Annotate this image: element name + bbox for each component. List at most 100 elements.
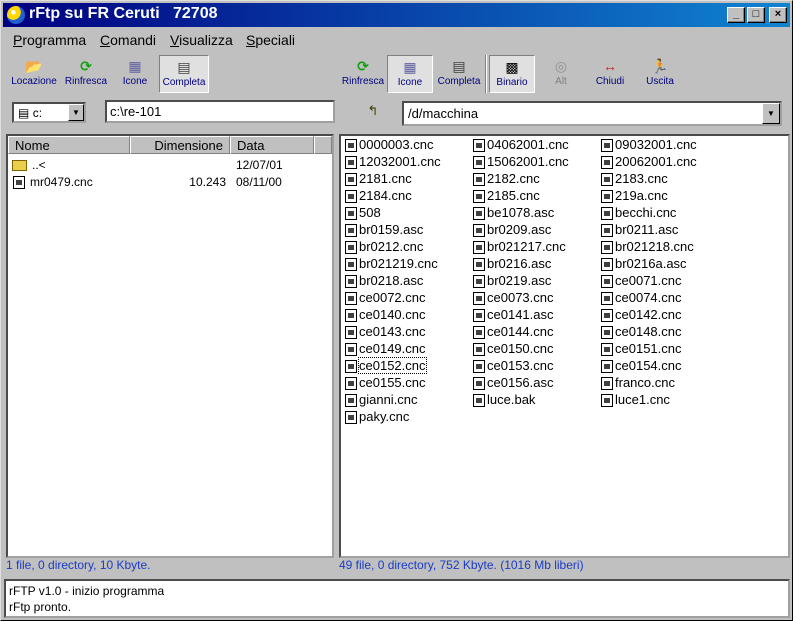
window-title: rFtp su FR Ceruti 72708	[29, 5, 218, 22]
drive-icon: ▤	[18, 106, 30, 120]
file-name: 12032001.cnc	[359, 154, 441, 169]
column-header-date[interactable]: Data	[230, 136, 314, 154]
file-name: br0216.asc	[487, 256, 552, 271]
file-name: ce0155.cnc	[359, 375, 426, 390]
file-icon	[345, 309, 357, 322]
file-icon	[601, 258, 613, 271]
file-icon	[601, 139, 613, 152]
file-icon	[345, 156, 357, 169]
menu-visualizza[interactable]: Visualizza	[170, 32, 233, 48]
app-logo-icon	[7, 6, 25, 24]
menu-speciali[interactable]: Speciali	[246, 32, 295, 48]
file-name: 2181.cnc	[359, 171, 412, 186]
drive-select[interactable]: ▤ c: ▼	[12, 102, 86, 123]
file-icon	[345, 360, 357, 373]
toolbar-separator	[485, 55, 487, 93]
file-name: gianni.cnc	[359, 392, 418, 407]
file-name: ce0150.cnc	[487, 341, 554, 356]
title-bar[interactable]: rFtp su FR Ceruti 72708 _ □ ×	[3, 3, 790, 27]
file-name: 2183.cnc	[615, 171, 668, 186]
local-address-bar: ▤ c: ▼ c:\re-101	[5, 97, 335, 129]
icons-view-icon: ▦	[128, 58, 142, 74]
table-row[interactable]: mr0479.cnc 10.243 08/11/00	[8, 174, 332, 191]
log-line: rFtp pronto.	[9, 600, 72, 614]
file-name: br0216a.asc	[615, 256, 687, 271]
locazione-button[interactable]: 📂 Locazione	[7, 55, 61, 93]
file-icon	[473, 156, 485, 169]
file-icon	[13, 176, 25, 189]
file-name: br021217.cnc	[487, 239, 566, 254]
file-icon	[345, 343, 357, 356]
maximize-button[interactable]: □	[747, 7, 765, 23]
file-name: br0212.cnc	[359, 239, 424, 254]
file-name: br021218.cnc	[615, 239, 694, 254]
file-icon	[473, 207, 485, 220]
file-icon	[601, 173, 613, 186]
file-icon	[345, 326, 357, 339]
file-icon	[473, 224, 485, 237]
file-name: ce0141.asc	[487, 307, 554, 322]
table-row[interactable]: ..< 12/07/01	[8, 157, 332, 174]
icons-view-icon: ▦	[403, 59, 417, 75]
close-button[interactable]: ×	[769, 7, 787, 23]
file-name: 2182.cnc	[487, 171, 540, 186]
menu-programma[interactable]: Programma	[13, 32, 86, 48]
chevron-down-icon[interactable]: ▼	[762, 103, 780, 124]
alt-button[interactable]: ◎ Alt	[541, 55, 581, 93]
file-name: br021219.cnc	[359, 256, 438, 271]
column-header-size[interactable]: Dimensione	[130, 136, 230, 154]
local-status-text: 1 file, 0 directory, 10 Kbyte.	[6, 558, 151, 572]
file-icon	[345, 241, 357, 254]
menu-comandi[interactable]: Comandi	[100, 32, 156, 48]
folder-open-icon: 📂	[25, 58, 43, 74]
file-name: 2185.cnc	[487, 188, 540, 203]
remote-icone-button[interactable]: ▦ Icone	[387, 55, 433, 93]
file-icon	[473, 139, 485, 152]
minimize-button[interactable]: _	[727, 7, 745, 23]
file-icon	[473, 275, 485, 288]
menu-bar: Programma Comandi Visualizza Speciali	[3, 28, 790, 50]
log-area: rFTP v1.0 - inizio programma rFtp pronto…	[4, 579, 790, 618]
file-icon	[473, 309, 485, 322]
app-window: rFtp su FR Ceruti 72708 _ □ × Programma …	[0, 0, 793, 621]
up-directory-icon[interactable]: ↰	[362, 103, 384, 123]
local-file-list[interactable]: Nome Dimensione Data ..< 12/07/01 mr0479…	[6, 134, 334, 558]
stop-icon: ◎	[554, 58, 568, 74]
remote-path-combo[interactable]: /d/macchina ▼	[402, 101, 782, 126]
column-header-name[interactable]: Nome	[8, 136, 130, 154]
uscita-button[interactable]: 🏃 Uscita	[637, 55, 683, 93]
chevron-down-icon[interactable]: ▼	[68, 104, 84, 121]
local-completa-button[interactable]: ▤ Completa	[159, 55, 209, 93]
file-name: 09032001.cnc	[615, 137, 697, 152]
local-path-input[interactable]: c:\re-101	[105, 100, 335, 123]
file-icon	[345, 207, 357, 220]
binario-button[interactable]: ▩ Binario	[489, 55, 535, 93]
file-icon	[473, 241, 485, 254]
remote-completa-button[interactable]: ▤ Completa	[435, 55, 483, 93]
local-icone-button[interactable]: ▦ Icone	[113, 55, 157, 93]
chiudi-button[interactable]: ↔ Chiudi	[587, 55, 633, 93]
file-name: 0000003.cnc	[359, 137, 434, 152]
remote-path-value: /d/macchina	[408, 106, 479, 121]
column-header-filler	[314, 136, 332, 154]
local-rinfresca-button[interactable]: ⟳ Rinfresca	[61, 55, 111, 93]
file-name: ce0154.cnc	[615, 358, 682, 373]
file-icon	[601, 207, 613, 220]
local-toolbar: 📂 Locazione ⟳ Rinfresca ▦ Icone ▤ Comple…	[5, 53, 331, 93]
details-view-icon: ▤	[452, 58, 466, 74]
file-name: be1078.asc	[487, 205, 555, 220]
remote-address-bar: ↰ /d/macchina ▼	[338, 97, 790, 129]
file-name: ce0149.cnc	[359, 341, 426, 356]
file-icon	[601, 241, 613, 254]
file-name: br0211.asc	[615, 222, 679, 237]
folder-icon	[12, 160, 27, 171]
file-icon	[601, 377, 613, 390]
file-name: br0218.asc	[359, 273, 424, 288]
file-name: ce0151.cnc	[615, 341, 682, 356]
file-name: 04062001.cnc	[487, 137, 569, 152]
file-name: ce0074.cnc	[615, 290, 682, 305]
file-icon	[601, 275, 613, 288]
remote-file-list[interactable]: 0000003.cnc 12032001.cnc 2181.cnc 2184.cnc 5…	[339, 134, 790, 558]
remote-rinfresca-button[interactable]: ⟳ Rinfresca	[339, 55, 387, 93]
file-icon	[601, 156, 613, 169]
